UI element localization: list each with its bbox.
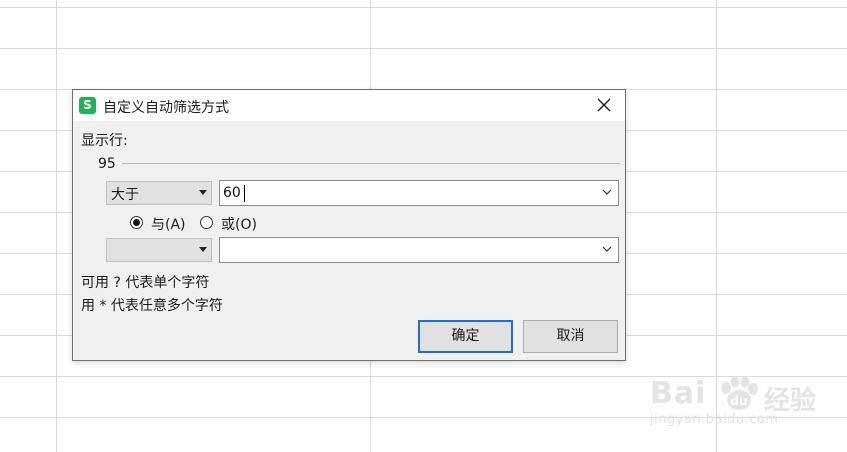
field-name-divider	[122, 163, 620, 164]
watermark-brand-bai: Bai	[650, 376, 707, 411]
dialog-title: 自定义自动筛选方式	[103, 100, 229, 116]
or-radio[interactable]	[200, 216, 213, 229]
ok-button[interactable]: 确定	[418, 320, 513, 353]
grid-row-line	[0, 48, 847, 49]
chevron-down-icon[interactable]	[602, 244, 612, 254]
and-radio[interactable]	[130, 216, 143, 229]
dropdown-arrow-icon	[199, 190, 207, 195]
baidu-watermark: Bai du 经验 jingyan.baidu.com	[650, 376, 830, 436]
close-icon[interactable]	[591, 93, 617, 117]
cancel-button[interactable]: 取消	[523, 320, 618, 353]
wildcard-hint-single: 可用 ? 代表单个字符	[81, 275, 210, 291]
grid-column-line	[56, 0, 57, 452]
or-radio-label[interactable]: 或(O)	[221, 214, 257, 234]
svg-text:du: du	[730, 394, 747, 408]
dialog-titlebar[interactable]: S 自定义自动筛选方式	[73, 90, 625, 121]
field-name-label: 95	[98, 156, 116, 172]
show-rows-label: 显示行:	[81, 133, 128, 149]
wildcard-hint-multiple: 用 * 代表任意多个字符	[81, 298, 223, 314]
condition1-value-combo[interactable]	[219, 180, 619, 206]
condition1-value-input[interactable]	[223, 182, 583, 204]
paw-icon: du	[721, 376, 758, 410]
dropdown-arrow-icon	[199, 247, 207, 252]
wps-app-icon: S	[79, 97, 96, 114]
text-caret	[244, 185, 245, 202]
custom-autofilter-dialog: S 自定义自动筛选方式 显示行: 95 大于 与(A) 或(O) 可用	[72, 89, 626, 361]
and-radio-label[interactable]: 与(A)	[151, 214, 186, 234]
watermark-url: jingyan.baidu.com	[650, 412, 779, 427]
watermark-brand: Bai	[650, 376, 706, 411]
condition2-operator-select[interactable]	[106, 238, 212, 262]
condition1-operator-value: 大于	[111, 187, 139, 203]
radio-selected-dot	[133, 219, 140, 226]
condition2-value-input[interactable]	[223, 239, 583, 261]
chevron-down-icon[interactable]	[602, 187, 612, 197]
condition2-value-combo[interactable]	[219, 237, 619, 263]
condition1-operator-select[interactable]: 大于	[106, 181, 212, 205]
grid-row-line	[0, 7, 847, 8]
